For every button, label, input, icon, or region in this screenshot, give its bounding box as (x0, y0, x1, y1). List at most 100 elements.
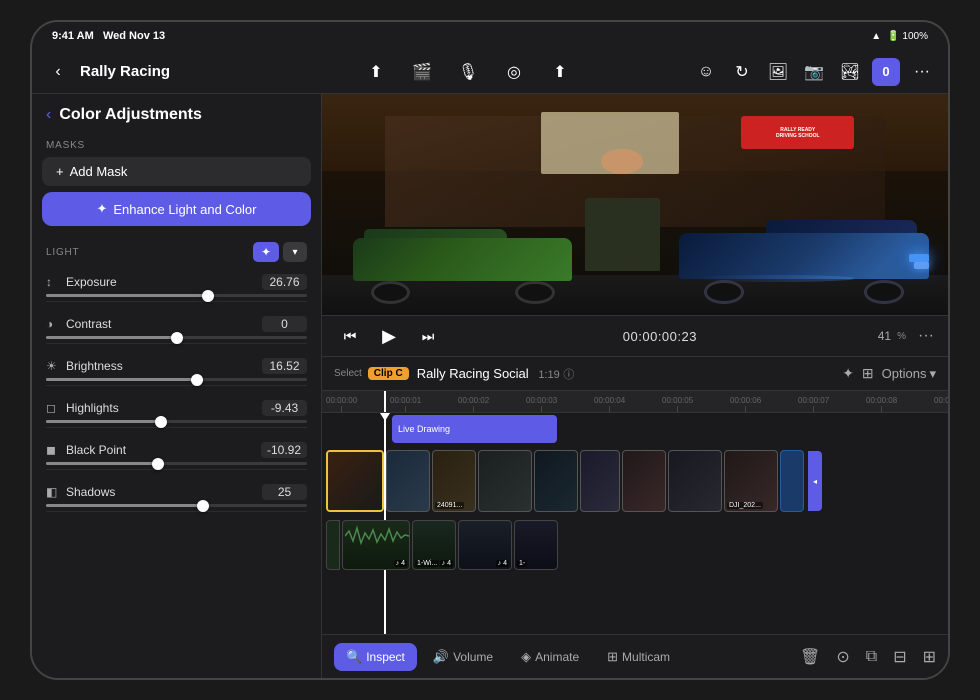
car-right-wheel-r (864, 280, 904, 304)
ruler-mark-3: 00:00:03 (526, 396, 557, 412)
toolbar-left: ‹ Rally Racing (44, 58, 244, 86)
list-item[interactable]: ♪ 4 (458, 520, 512, 570)
toolbar-back-button[interactable]: ‹ (44, 58, 72, 86)
list-item[interactable]: ♪ 4 (342, 520, 410, 570)
blackpoint-slider[interactable] (46, 462, 307, 465)
timeline-info-icon[interactable]: ⓘ (563, 369, 574, 381)
mic-icon[interactable]: 🎙 (454, 58, 482, 86)
photo-icon[interactable]: 🖼 (764, 58, 792, 86)
b-roll-clip-start[interactable] (326, 520, 340, 570)
clip-badge[interactable]: Clip C (368, 367, 409, 380)
skip-forward-button[interactable]: ⏭ (414, 322, 442, 350)
status-right: ▲ 🔋 100% (871, 31, 928, 42)
crop-icon[interactable]: ⧉ (866, 648, 877, 666)
table-row[interactable] (622, 450, 666, 512)
trash-icon[interactable]: 🗑 (800, 647, 820, 667)
play-button[interactable]: ▶ (374, 321, 404, 351)
enhance-button[interactable]: ✦ Enhance Light and Color (42, 192, 311, 226)
smiley-icon[interactable]: ☺ (692, 58, 720, 86)
ruler-mark-6: 00:00:06 (730, 396, 761, 412)
more-button[interactable]: ··· (918, 327, 934, 345)
car-right (679, 220, 929, 304)
clip-selected[interactable] (326, 450, 384, 512)
live-drawing-clip[interactable]: Live Drawing (392, 415, 557, 443)
share-icon[interactable]: ⬆ (362, 58, 390, 86)
add-mask-button[interactable]: + Add Mask (42, 157, 311, 186)
highlights-slider[interactable] (46, 420, 307, 423)
car-right-wheel-l (704, 280, 744, 304)
number-badge[interactable]: 0 (872, 58, 900, 86)
camera-flip-icon[interactable]: 🎬 (408, 58, 436, 86)
check-icon[interactable]: ⊙ (836, 647, 849, 667)
contrast-label: Contrast (66, 317, 111, 331)
blackpoint-value[interactable]: -10.92 (261, 442, 307, 458)
table-row[interactable]: DJI_202... (724, 450, 778, 512)
tab-multicam[interactable]: ⊞ Multicam (595, 643, 682, 671)
skip-back-button[interactable]: ⏮ (336, 322, 364, 350)
blackpoint-label: Black Point (66, 443, 126, 457)
highlights-value[interactable]: -9.43 (262, 400, 307, 416)
table-row[interactable]: 24091... (432, 450, 476, 512)
enhance-icon: ✦ (96, 201, 107, 217)
location-icon[interactable]: ◎ (500, 58, 528, 86)
contrast-value[interactable]: 0 (262, 316, 307, 332)
main-content: ‹ Color Adjustments MASKS + Add Mask ✦ E… (32, 94, 948, 678)
timeline-header: Select Clip C Rally Racing Social 1:19 ⓘ… (322, 357, 948, 391)
contrast-icon: ◑ (46, 317, 60, 331)
tab-volume[interactable]: 🔊 Volume (421, 643, 505, 671)
table-row[interactable] (580, 450, 620, 512)
table-row[interactable] (534, 450, 578, 512)
ruler-mark-4: 00:00:04 (594, 396, 625, 412)
timeline-end-handle[interactable]: ◂ (808, 451, 822, 511)
camera-icon[interactable]: 📷 (800, 58, 828, 86)
options-button[interactable]: Options ▾ (882, 366, 936, 382)
ruler-mark-7: 00:00:07 (798, 396, 829, 412)
more-icon[interactable]: ··· (908, 58, 936, 86)
shadows-value[interactable]: 25 (262, 484, 307, 500)
add-icon: + (56, 164, 64, 179)
exposure-value[interactable]: 26.76 (262, 274, 307, 290)
sparkle-icon[interactable]: ✦ (842, 365, 854, 382)
masks-label: MASKS (32, 136, 321, 157)
chevron-down-icon: ▾ (929, 366, 936, 382)
timecode-display: 00:00:00:23 (454, 329, 866, 344)
multicam-layout-icon[interactable]: ⊞ (923, 647, 936, 667)
brightness-label: Brightness (66, 359, 123, 373)
contrast-slider[interactable] (46, 336, 307, 339)
panel-back-button[interactable]: ‹ (46, 106, 51, 124)
list-item[interactable]: 1-Wi... ♪ 4 (412, 520, 456, 570)
highlights-icon: ◻ (46, 401, 60, 415)
layout-icon[interactable]: ⊞ (862, 365, 874, 382)
shadows-adjustment: ◧ Shadows 25 (32, 478, 321, 520)
table-row[interactable] (478, 450, 532, 512)
exposure-adjustment: ↕ Exposure 26.76 (32, 268, 321, 310)
photo2-icon[interactable]: 🏞 (836, 58, 864, 86)
table-row[interactable] (386, 450, 430, 512)
light-preset-button[interactable]: ✦ (253, 242, 279, 262)
loop-icon[interactable]: ↻ (728, 58, 756, 86)
car-left (353, 227, 572, 304)
toolbar-right: ☺ ↻ 🖼 📷 🏞 0 ··· (692, 58, 936, 86)
b-roll-row: ♪ 4 1-Wi... ♪ 4 ♪ 4 1- (322, 517, 948, 573)
brightness-adjustment: ☀ Brightness 16.52 (32, 352, 321, 394)
table-row[interactable] (780, 450, 804, 512)
exposure-slider[interactable] (46, 294, 307, 297)
tab-inspect[interactable]: 🔍 Inspect (334, 643, 417, 671)
timeline-tracks[interactable]: Live Drawing 24091... (322, 413, 948, 634)
person-figure (585, 149, 660, 271)
upload-icon[interactable]: ⬆ (546, 58, 574, 86)
shadows-slider[interactable] (46, 504, 307, 507)
inspect-icon: 🔍 (346, 649, 362, 665)
list-item[interactable]: 1- (514, 520, 558, 570)
tab-animate[interactable]: ◈ Animate (509, 643, 591, 671)
highlights-adjustment: ◻ Highlights -9.43 (32, 394, 321, 436)
ruler-mark-5: 00:00:05 (662, 396, 693, 412)
brightness-value[interactable]: 16.52 (262, 358, 307, 374)
table-row[interactable] (668, 450, 722, 512)
split-icon[interactable]: ⊟ (893, 647, 906, 667)
light-dropdown-button[interactable]: ▾ (283, 242, 307, 262)
blackpoint-icon: ◼ (46, 443, 60, 457)
light-header: LIGHT ✦ ▾ (32, 236, 321, 268)
rally-sign-text: RALLY READYDRIVING SCHOOL (776, 127, 820, 139)
brightness-slider[interactable] (46, 378, 307, 381)
